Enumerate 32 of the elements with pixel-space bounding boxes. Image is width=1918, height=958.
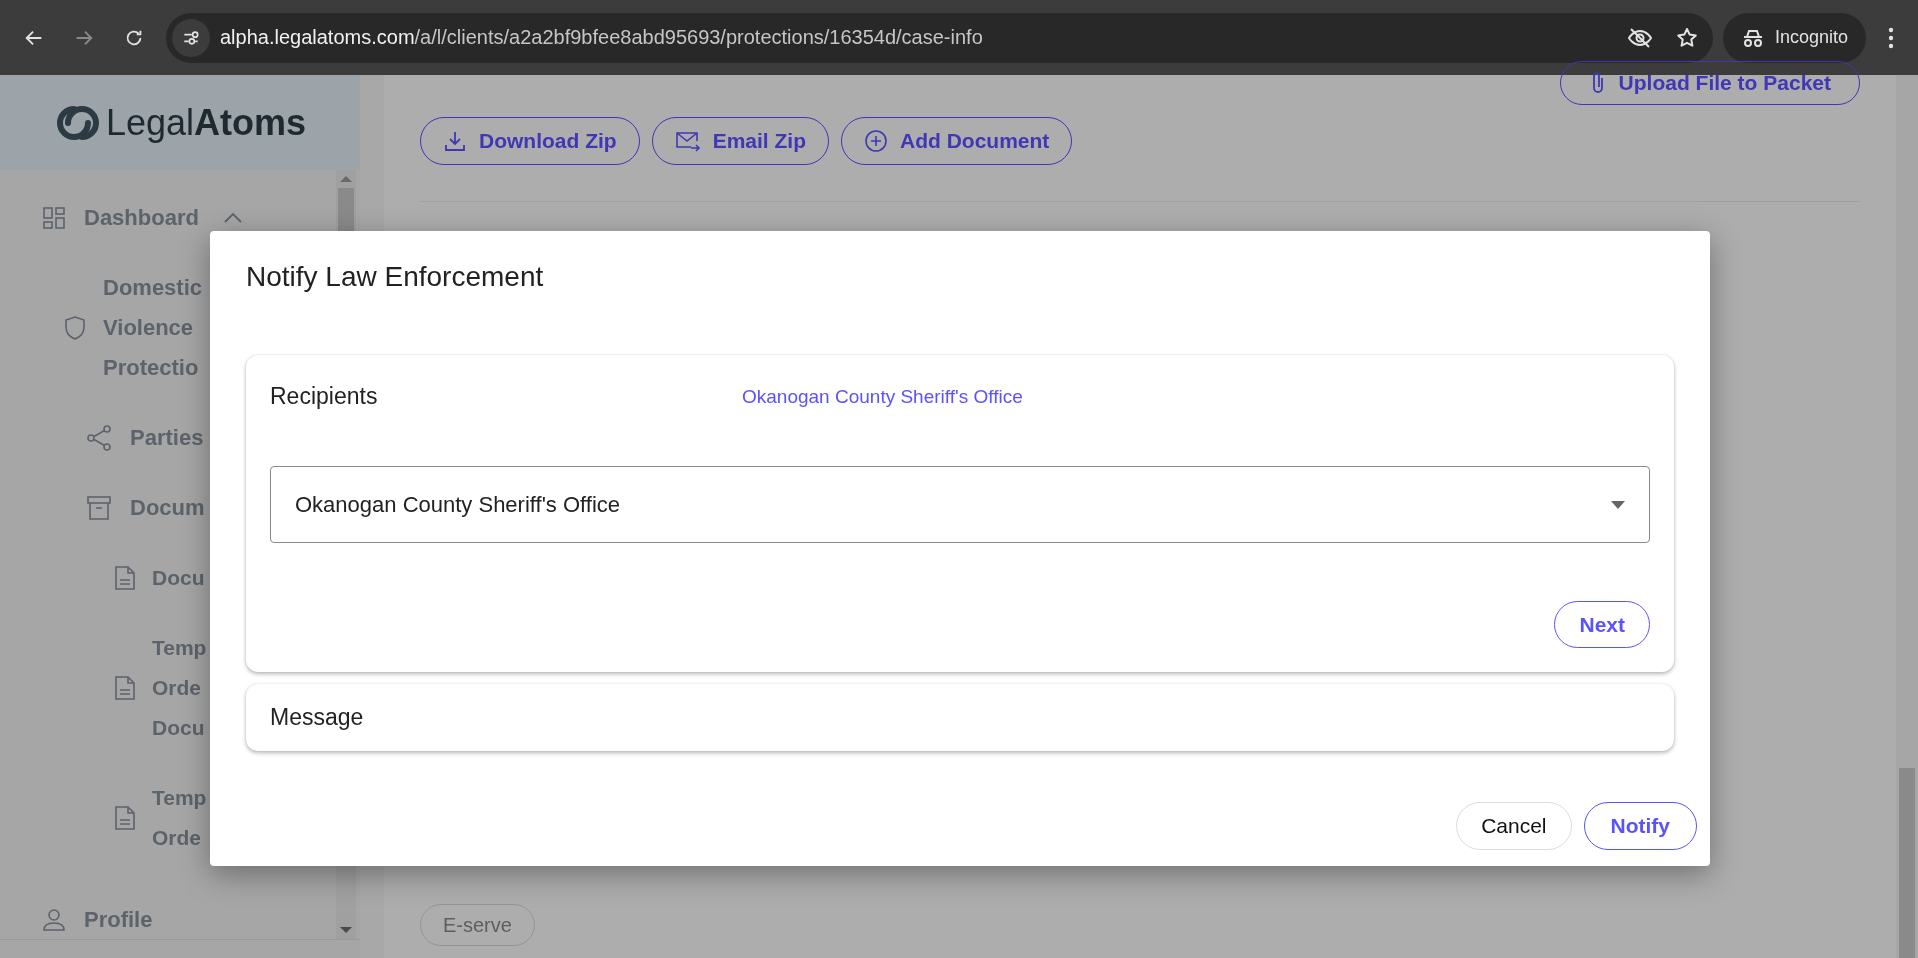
document-icon (114, 805, 136, 831)
next-button[interactable]: Next (1554, 601, 1650, 648)
recipient-select[interactable]: Okanogan County Sheriff's Office (270, 466, 1650, 543)
grid-icon (42, 206, 66, 230)
shield-icon (63, 315, 87, 341)
dropdown-caret-icon (1611, 500, 1625, 509)
section-label: Recipients (270, 383, 379, 410)
cancel-button[interactable]: Cancel (1456, 802, 1572, 850)
recipient-summary: Okanogan County Sheriff's Office (742, 385, 1023, 408)
sidebar-item[interactable]: Temp Orde (0, 778, 336, 858)
archive-icon (86, 495, 112, 521)
user-icon (42, 908, 66, 932)
sidebar-item[interactable]: Docu (0, 558, 336, 598)
sidebar-item[interactable]: Profile (0, 900, 336, 939)
envelope-icon (674, 130, 701, 152)
section-label: Message (270, 704, 364, 730)
site-settings-icon[interactable] (172, 18, 210, 57)
dialog-title: Notify Law Enforcement (246, 261, 545, 294)
address-bar[interactable]: alpha.legalatoms.com/a/l/clients/a2a2bf9bfee8abd95693/protections/16354d/case-info (166, 12, 1713, 63)
menu-icon[interactable] (1888, 26, 1894, 49)
sidebar-item[interactable]: Dashboard (0, 198, 336, 238)
eye-off-icon[interactable] (1626, 26, 1653, 49)
plus-circle-icon (864, 129, 888, 153)
document-icon (114, 675, 136, 701)
bookmark-star-icon[interactable] (1674, 25, 1699, 50)
sidebar-item[interactable]: Parties (0, 418, 336, 458)
download-icon (443, 129, 467, 153)
incognito-indicator[interactable]: Incognito (1722, 12, 1866, 63)
document-icon (114, 565, 136, 591)
url-text: alpha.legalatoms.com/a/l/clients/a2a2bf9bfee8abd95693/protections/16354d/case-info (220, 26, 983, 49)
notify-button[interactable]: Notify (1583, 802, 1697, 850)
share-icon (86, 425, 112, 451)
